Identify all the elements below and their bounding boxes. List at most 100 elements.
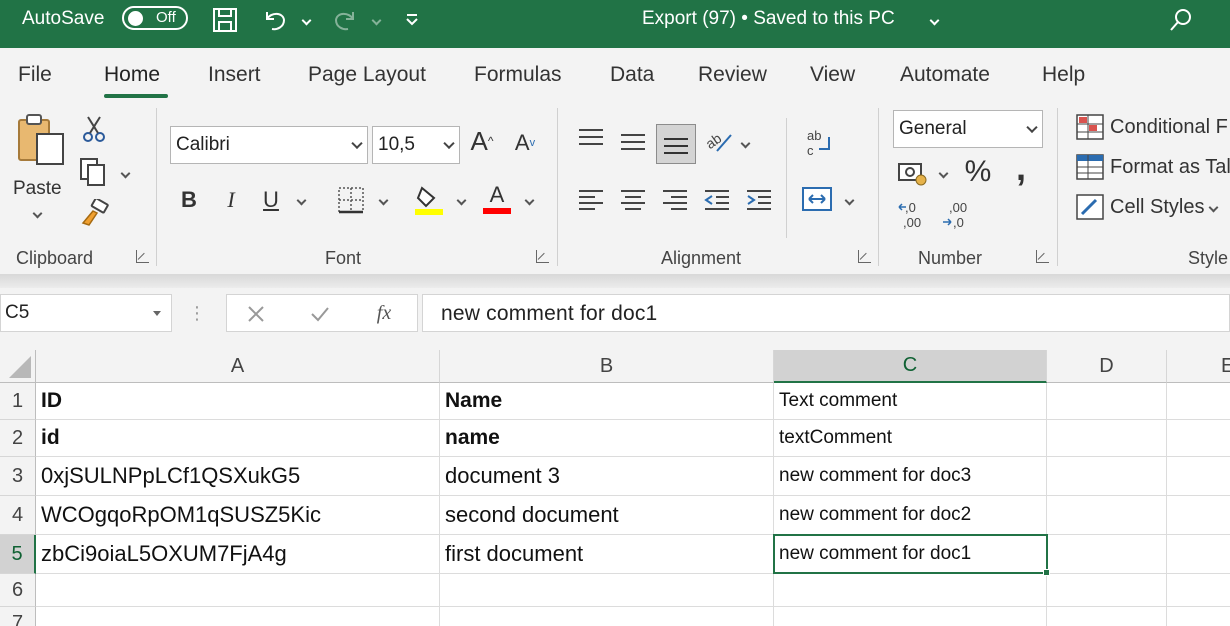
cell-styles-dropdown-icon[interactable] — [1209, 202, 1219, 212]
merge-center-icon[interactable] — [800, 184, 834, 214]
font-color-dropdown-icon[interactable] — [522, 193, 536, 207]
cell-b6[interactable] — [440, 574, 774, 607]
cell-c7[interactable] — [774, 607, 1047, 626]
cell-e2[interactable] — [1167, 420, 1230, 457]
cell-d6[interactable] — [1047, 574, 1167, 607]
format-painter-icon[interactable] — [78, 198, 110, 228]
insert-function-icon[interactable]: fx — [369, 299, 399, 327]
cell-d2[interactable] — [1047, 420, 1167, 457]
undo-dropdown-icon[interactable] — [298, 4, 314, 36]
tab-page-layout[interactable]: Page Layout — [308, 63, 426, 87]
orientation-dropdown-icon[interactable] — [738, 136, 752, 150]
increase-decimal-icon[interactable]: ,0,00 — [896, 198, 928, 232]
autosave-toggle[interactable]: Off — [122, 6, 188, 30]
accounting-dropdown-icon[interactable] — [936, 166, 950, 180]
cell-b5[interactable]: first document — [440, 535, 774, 574]
font-color-icon[interactable]: A — [482, 182, 512, 216]
formula-bar-grip-icon[interactable]: ⋮ — [188, 302, 206, 324]
cell-d3[interactable] — [1047, 457, 1167, 496]
paste-icon[interactable] — [12, 112, 68, 168]
cell-e6[interactable] — [1167, 574, 1230, 607]
copy-dropdown-icon[interactable] — [118, 166, 132, 180]
underline-dropdown-icon[interactable] — [294, 193, 308, 207]
cell-d7[interactable] — [1047, 607, 1167, 626]
select-all-button[interactable] — [0, 350, 36, 383]
bold-button[interactable]: B — [176, 184, 202, 216]
name-box[interactable]: C5 — [0, 294, 172, 332]
cell-d1[interactable] — [1047, 383, 1167, 420]
name-box-dropdown-icon[interactable] — [153, 311, 161, 316]
search-icon[interactable] — [1166, 4, 1196, 36]
column-header-d[interactable]: D — [1047, 350, 1167, 383]
undo-icon[interactable] — [260, 4, 290, 36]
wrap-text-icon[interactable]: ab c — [802, 126, 834, 160]
cell-e4[interactable] — [1167, 496, 1230, 535]
cell-e7[interactable] — [1167, 607, 1230, 626]
cut-icon[interactable] — [80, 114, 108, 144]
underline-button[interactable]: U — [258, 184, 284, 216]
italic-button[interactable]: I — [218, 184, 244, 216]
row-header-6[interactable]: 6 — [0, 574, 36, 607]
merge-dropdown-icon[interactable] — [842, 193, 856, 207]
conditional-formatting-button[interactable]: Conditional F — [1076, 114, 1228, 140]
row-header-5[interactable]: 5 — [0, 535, 36, 574]
cell-a4[interactable]: WCOgqoRpOM1qSUSZ5Kic — [36, 496, 440, 535]
cell-e5[interactable] — [1167, 535, 1230, 574]
align-left-icon[interactable] — [576, 186, 606, 214]
decrease-indent-icon[interactable] — [702, 186, 732, 214]
align-right-icon[interactable] — [660, 186, 690, 214]
increase-indent-icon[interactable] — [744, 186, 774, 214]
number-format-combo[interactable]: General — [893, 110, 1043, 148]
cell-e3[interactable] — [1167, 457, 1230, 496]
borders-icon[interactable] — [336, 184, 366, 216]
column-header-c[interactable]: C — [774, 350, 1047, 383]
cell-b1[interactable]: Name — [440, 383, 774, 420]
cell-b4[interactable]: second document — [440, 496, 774, 535]
comma-style-icon[interactable]: , — [1006, 147, 1036, 188]
row-header-2[interactable]: 2 — [0, 420, 36, 457]
align-center-icon[interactable] — [618, 186, 648, 214]
cell-d4[interactable] — [1047, 496, 1167, 535]
tab-review[interactable]: Review — [698, 63, 767, 87]
decrease-decimal-icon[interactable]: ,00,0 — [940, 198, 972, 232]
tab-automate[interactable]: Automate — [900, 63, 990, 87]
font-name-combo[interactable]: Calibri — [170, 126, 368, 164]
cell-a6[interactable] — [36, 574, 440, 607]
row-header-1[interactable]: 1 — [0, 383, 36, 420]
column-header-e[interactable]: E — [1167, 350, 1230, 383]
tab-file[interactable]: File — [18, 63, 52, 87]
cell-e1[interactable] — [1167, 383, 1230, 420]
cell-a7[interactable] — [36, 607, 440, 626]
cell-c4[interactable]: new comment for doc2 — [774, 496, 1047, 535]
paste-dropdown-icon[interactable] — [30, 206, 44, 220]
save-icon[interactable] — [210, 4, 240, 36]
formula-input[interactable]: new comment for doc1 — [422, 294, 1230, 332]
percent-style-icon[interactable]: % — [962, 154, 994, 190]
cell-b2[interactable]: name — [440, 420, 774, 457]
cell-c6[interactable] — [774, 574, 1047, 607]
orientation-icon[interactable]: ab — [702, 124, 734, 156]
cell-a1[interactable]: ID — [36, 383, 440, 420]
title-dropdown-icon[interactable] — [924, 4, 944, 36]
tab-data[interactable]: Data — [610, 63, 654, 87]
tab-insert[interactable]: Insert — [208, 63, 261, 87]
customize-qat-icon[interactable] — [402, 4, 422, 36]
row-header-4[interactable]: 4 — [0, 496, 36, 535]
fill-color-icon[interactable] — [414, 184, 444, 216]
column-header-b[interactable]: B — [440, 350, 774, 383]
row-header-7[interactable]: 7 — [0, 607, 36, 626]
tab-help[interactable]: Help — [1042, 63, 1085, 87]
paste-label[interactable]: Paste — [13, 178, 62, 200]
clipboard-launcher-icon[interactable] — [136, 250, 149, 263]
increase-font-size-icon[interactable]: A ^ — [466, 124, 498, 158]
cell-styles-button[interactable]: Cell Styles — [1076, 194, 1219, 220]
cell-c2[interactable]: textComment — [774, 420, 1047, 457]
row-header-3[interactable]: 3 — [0, 457, 36, 496]
cell-c3[interactable]: new comment for doc3 — [774, 457, 1047, 496]
document-title[interactable]: Export (97) • Saved to this PC — [642, 8, 895, 30]
decrease-font-size-icon[interactable]: Av — [510, 128, 540, 158]
tab-formulas[interactable]: Formulas — [474, 63, 562, 87]
copy-icon[interactable] — [78, 156, 108, 188]
middle-align-icon[interactable] — [618, 128, 648, 156]
tab-view[interactable]: View — [810, 63, 855, 87]
